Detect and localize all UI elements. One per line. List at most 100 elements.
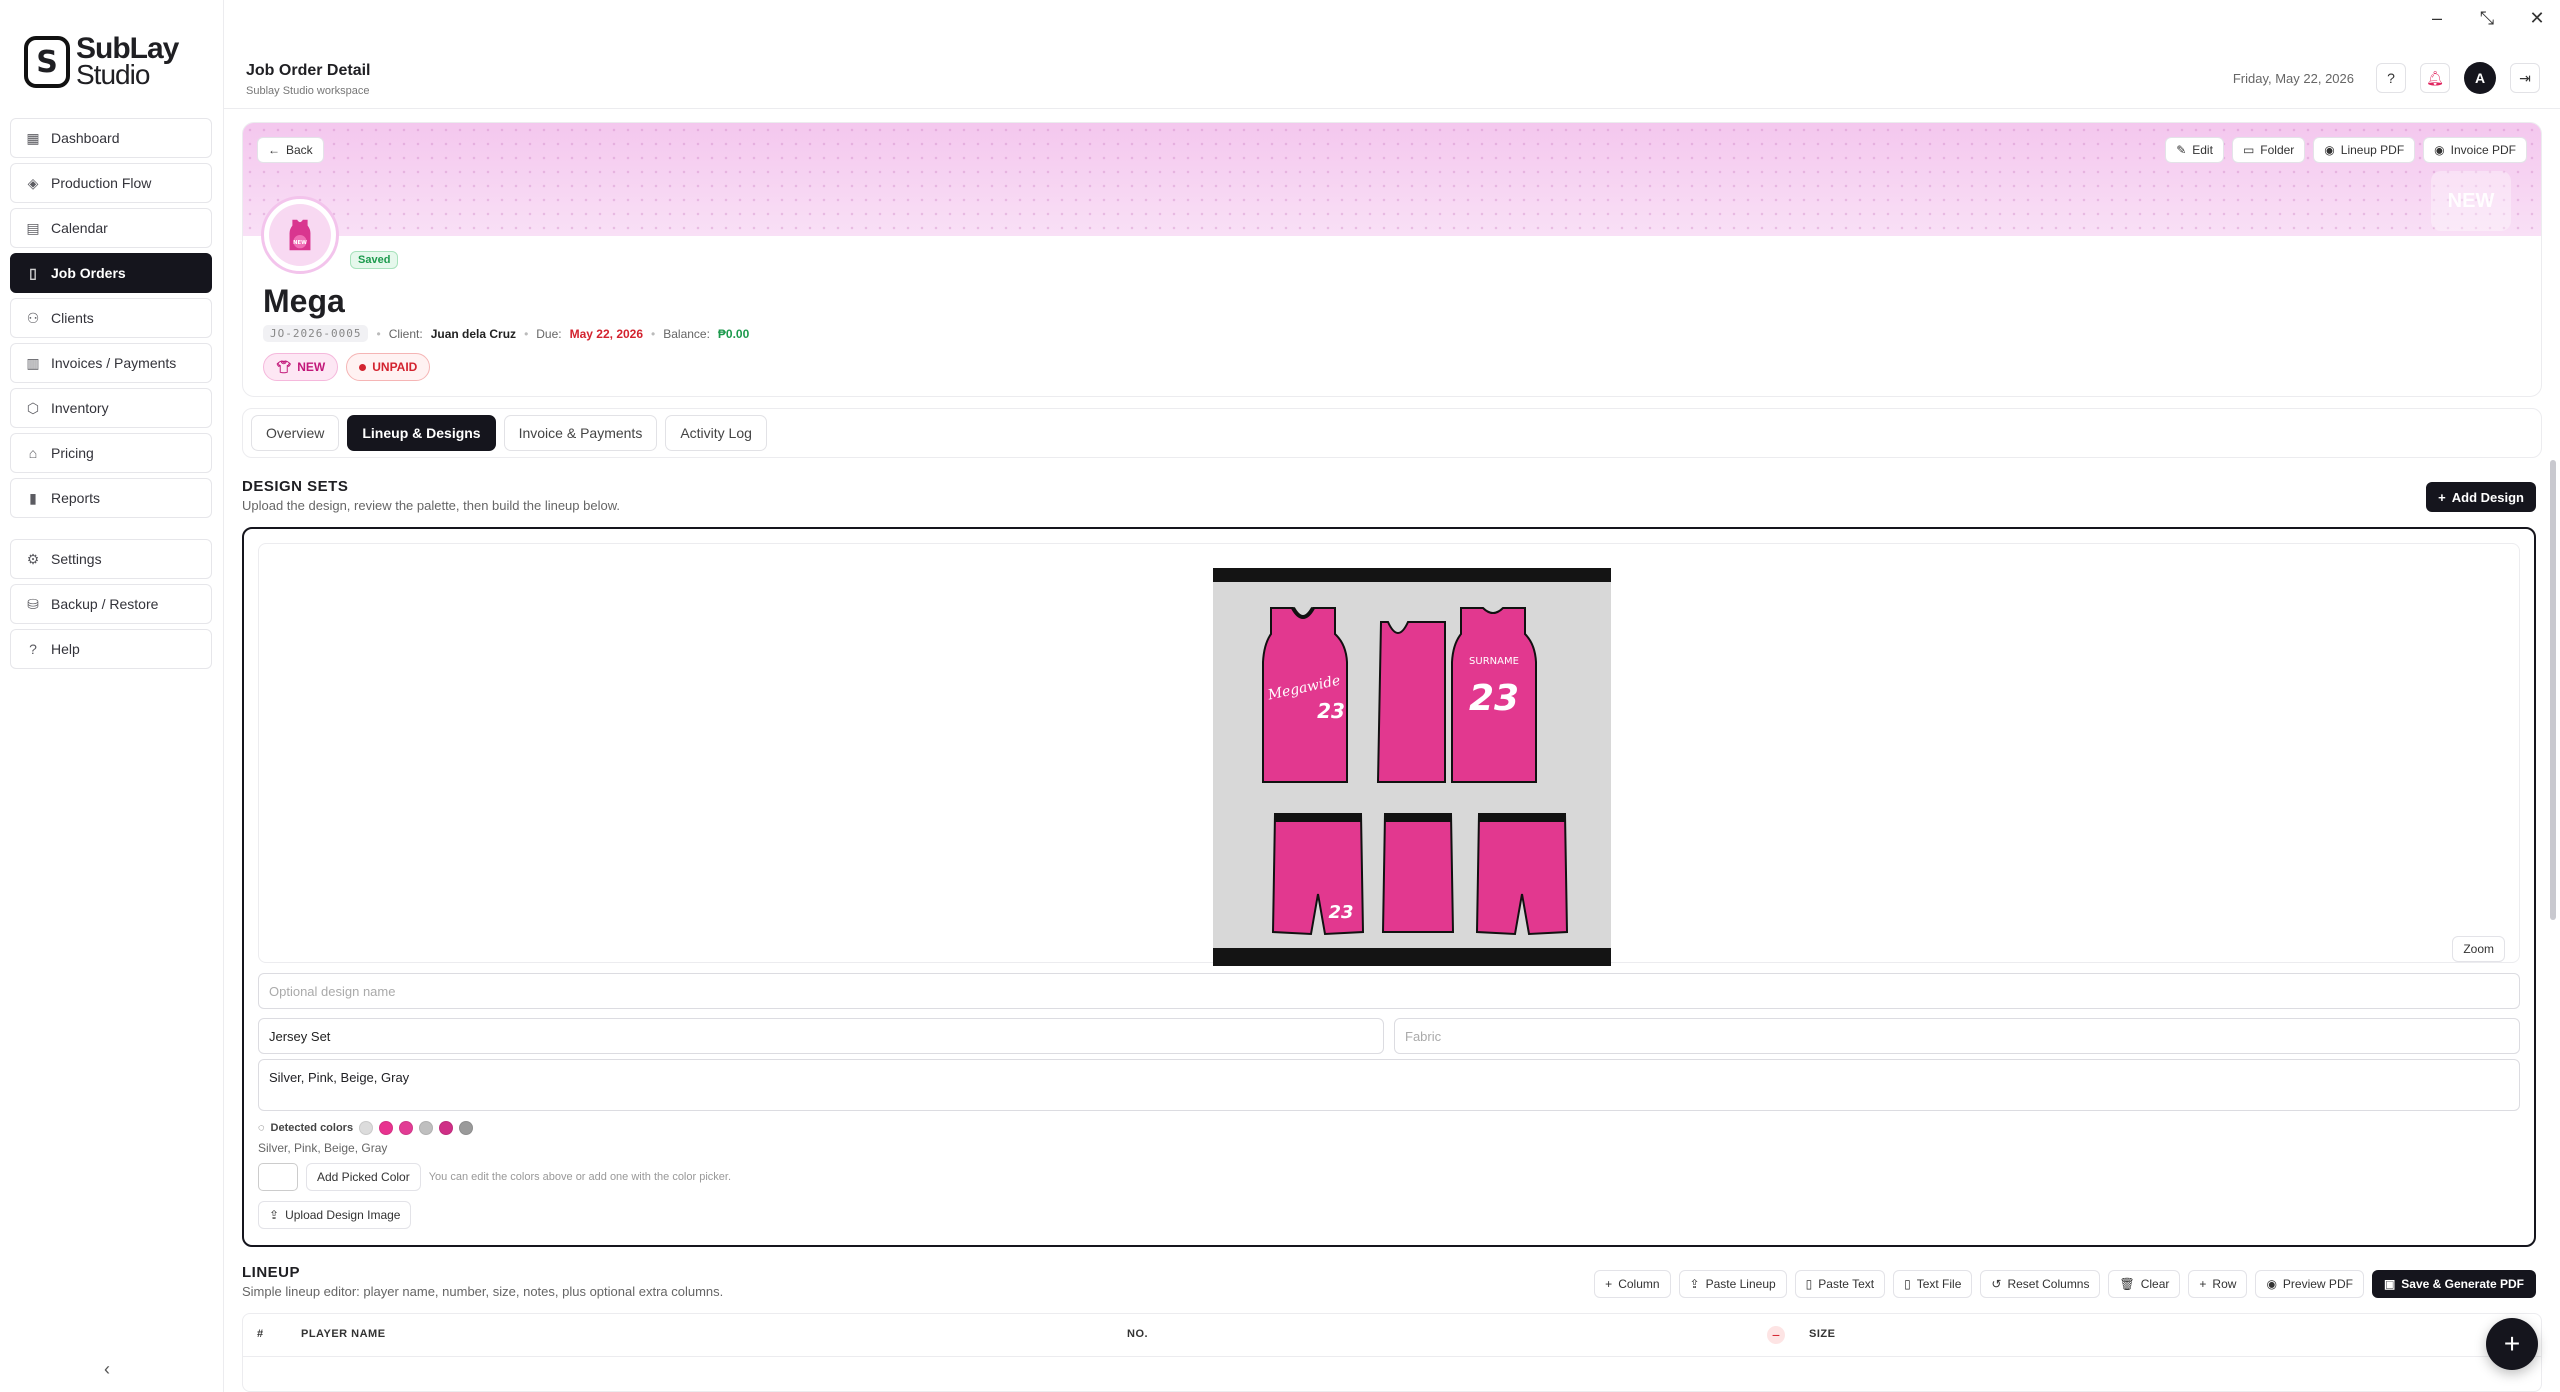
add-design-label: Add Design <box>2451 489 2524 505</box>
tab-invoice-payments[interactable]: Invoice & Payments <box>503 415 658 451</box>
job-avatar: NEW <box>261 196 339 274</box>
pencil-icon: ✎ <box>2176 143 2187 157</box>
sidebar-item-job-orders[interactable]: ▯ Job Orders <box>10 253 212 293</box>
layers-icon: ◈ <box>27 174 39 191</box>
document-icon: ▯ <box>1805 1277 1813 1291</box>
table-row <box>243 1356 2541 1391</box>
jersey-front: Megawide 23 <box>1262 606 1348 783</box>
plus-icon: + <box>1605 1277 1613 1291</box>
logo-mark-icon: S <box>24 36 70 88</box>
shorts-back <box>1475 813 1569 936</box>
design-type-input[interactable]: Jersey Set <box>258 1018 1384 1054</box>
plus-icon: + <box>2438 489 2446 505</box>
save-generate-pdf-button[interactable]: ▣ Save & Generate PDF <box>2371 1270 2536 1298</box>
color-swatch[interactable] <box>379 1121 394 1135</box>
invoice-icon: ▥ <box>26 354 40 371</box>
sidebar-item-inventory[interactable]: ⬡ Inventory <box>10 388 212 428</box>
paste-text-button[interactable]: ▯ Paste Text <box>1794 1270 1886 1298</box>
color-swatch[interactable] <box>439 1121 454 1135</box>
edit-button[interactable]: ✎ Edit <box>2165 137 2224 163</box>
sidebar-item-help[interactable]: ? Help <box>10 629 212 669</box>
sidebar-item-label: Clients <box>51 310 94 326</box>
bar-chart-icon: ▮ <box>29 489 37 506</box>
help-button[interactable]: ? <box>2376 63 2406 93</box>
payment-status-badge: UNPAID <box>346 353 431 381</box>
sidebar-item-invoices[interactable]: ▥ Invoices / Payments <box>10 343 212 383</box>
arrow-left-icon: ← <box>268 143 280 157</box>
column-header-player-name: PLAYER NAME <box>301 1328 386 1340</box>
invoice-pdf-button[interactable]: ◉ Invoice PDF <box>2423 137 2527 163</box>
sidebar-item-settings[interactable]: ⚙ Settings <box>10 539 212 579</box>
color-swatch[interactable] <box>359 1121 374 1135</box>
detected-colors-text: Silver, Pink, Beige, Gray <box>258 1141 388 1155</box>
jersey-number-back: 23 <box>1469 678 1519 719</box>
sidebar-item-reports[interactable]: ▮ Reports <box>10 478 212 518</box>
payment-status-label: UNPAID <box>372 360 418 374</box>
upload-design-button[interactable]: ⇪ Upload Design Image <box>258 1201 412 1229</box>
detail-tabs: Overview Lineup & Designs Invoice & Paym… <box>242 408 2542 458</box>
add-picked-color-button[interactable]: Add Picked Color <box>306 1163 421 1191</box>
header-date: Friday, May 22, 2026 <box>2232 70 2354 86</box>
sidebar-item-label: Settings <box>51 551 102 567</box>
minimize-icon[interactable]: – <box>2426 8 2448 29</box>
logout-button[interactable]: ⇥ <box>2510 63 2540 93</box>
help-icon: ? <box>29 641 37 657</box>
tab-activity-log[interactable]: Activity Log <box>665 415 767 451</box>
clear-button[interactable]: 🗑︎ Clear <box>2108 1270 2181 1298</box>
sidebar-item-dashboard[interactable]: ▦ Dashboard <box>10 118 212 158</box>
job-order-card: NEW ← Back ✎ Edit ▭ Folder ◉ Lineup PDF ◉ Inv… <box>242 122 2542 397</box>
design-image[interactable]: Megawide 23 SURNAME 23 23 <box>1213 568 1611 966</box>
paste-lineup-button[interactable]: ⇪ Paste Lineup <box>1678 1270 1787 1298</box>
tag-icon: ⌂ <box>28 445 38 461</box>
sidebar-item-pricing[interactable]: ⌂ Pricing <box>10 433 212 473</box>
scrollbar[interactable] <box>2550 460 2556 920</box>
lineup-pdf-button[interactable]: ◉ Lineup PDF <box>2313 137 2416 163</box>
add-column-button[interactable]: + Column <box>1594 1270 1671 1298</box>
job-meta: JO-2026-0005 • Client: Juan dela Cruz • D… <box>263 325 749 342</box>
remove-column-icon[interactable]: − <box>1767 1326 1785 1344</box>
tab-lineup-designs[interactable]: Lineup & Designs <box>347 415 496 451</box>
add-design-button[interactable]: + Add Design <box>2426 482 2536 512</box>
color-swatch[interactable] <box>399 1121 414 1135</box>
status-new-label: NEW <box>297 360 326 374</box>
add-row-button[interactable]: + Row <box>2188 1270 2248 1298</box>
color-swatch[interactable] <box>459 1121 474 1135</box>
save-generate-label: Save & Generate PDF <box>2401 1277 2524 1291</box>
banner-new-watermark: NEW <box>2431 171 2511 231</box>
fabric-input[interactable]: Fabric <box>1394 1018 2520 1054</box>
zoom-button[interactable]: Zoom <box>2452 936 2505 962</box>
folder-button[interactable]: ▭ Folder <box>2231 137 2306 163</box>
text-file-button[interactable]: ▯ Text File <box>1893 1270 1973 1298</box>
color-hint: You can edit the colors above or add one… <box>428 1171 732 1183</box>
collapse-sidebar-button[interactable]: ‹ <box>104 1359 110 1380</box>
color-picker[interactable] <box>258 1163 298 1191</box>
tab-overview[interactable]: Overview <box>251 415 340 451</box>
job-name: Mega <box>263 283 345 319</box>
plus-icon: + <box>2199 1277 2207 1291</box>
sidebar-item-clients[interactable]: ⚇ Clients <box>10 298 212 338</box>
design-sets-title: DESIGN SETS <box>242 478 349 495</box>
grid-icon: ▦ <box>26 129 40 146</box>
back-button[interactable]: ← Back <box>257 137 324 163</box>
brand-logo[interactable]: S SubLay Studio <box>24 34 179 89</box>
column-header-number: NO. <box>1127 1328 1149 1340</box>
sidebar-item-label: Production Flow <box>51 175 152 191</box>
folder-icon: ▭ <box>2242 143 2255 157</box>
top-header: Job Order Detail Sublay Studio workspace… <box>224 0 2560 109</box>
sidebar-item-calendar[interactable]: ▤ Calendar <box>10 208 212 248</box>
preview-pdf-button[interactable]: ◉ Preview PDF <box>2255 1270 2364 1298</box>
notifications-button[interactable]: 🔔︎ <box>2420 63 2450 93</box>
reset-columns-button[interactable]: ↺ Reset Columns <box>1980 1270 2101 1298</box>
document-icon: ▯ <box>29 264 37 281</box>
sidebar-item-backup[interactable]: ⛁ Backup / Restore <box>10 584 212 624</box>
design-name-input[interactable]: Optional design name <box>258 973 2520 1009</box>
close-icon[interactable]: ✕ <box>2526 8 2548 29</box>
restore-icon[interactable]: ⤡ <box>2476 8 2498 29</box>
add-row-label: Row <box>2212 1277 2237 1291</box>
user-avatar[interactable]: A <box>2464 62 2496 94</box>
invoice-pdf-label: Invoice PDF <box>2450 143 2516 157</box>
colors-textarea[interactable]: Silver, Pink, Beige, Gray <box>258 1059 2520 1111</box>
color-swatch[interactable] <box>419 1121 434 1135</box>
sidebar-item-production-flow[interactable]: ◈ Production Flow <box>10 163 212 203</box>
floating-add-button[interactable]: + <box>2486 1318 2538 1370</box>
